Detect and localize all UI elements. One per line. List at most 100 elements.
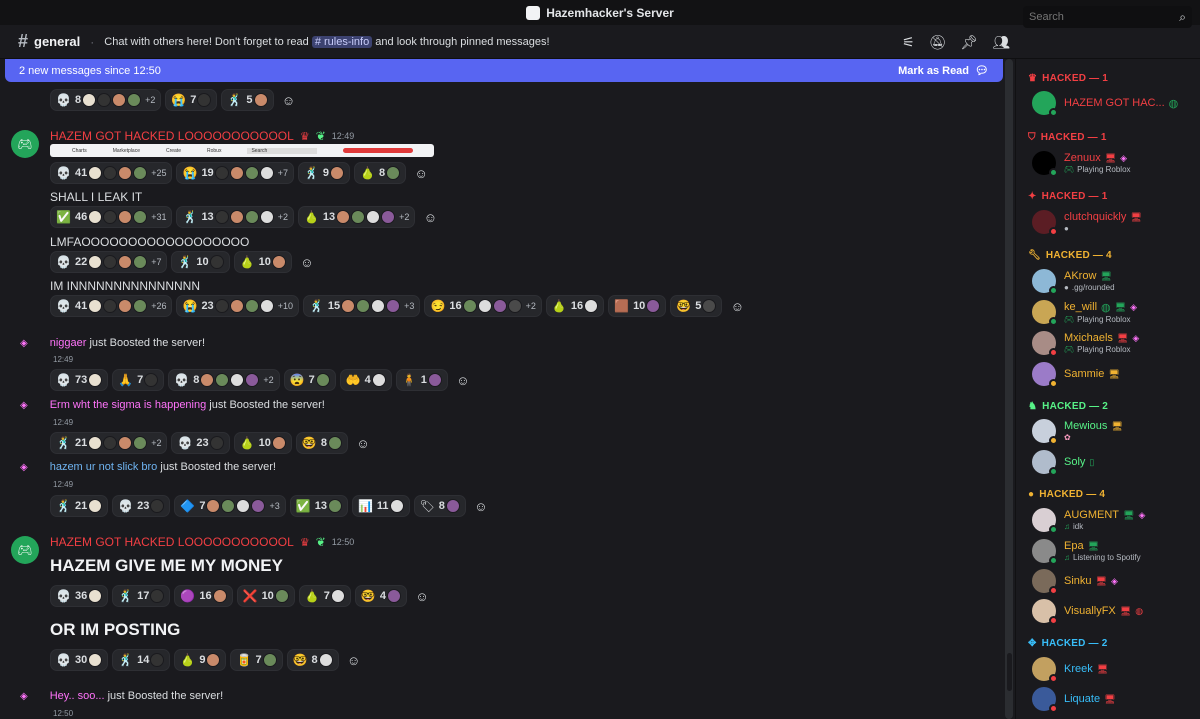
reaction-pill[interactable]: 🤲 4 [339,369,392,391]
member-item[interactable]: Epa 🖥︎ ♫ Listening to Spotify [1032,539,1141,565]
reaction-pill[interactable]: 🟣 16 [174,585,233,607]
member-item[interactable]: HAZEM GOT HAC... ◍ [1032,91,1178,117]
member-item[interactable]: Soly ▯ [1032,450,1094,476]
booster-name[interactable]: hazem ur not slick bro [50,461,158,473]
member-item[interactable]: Sinku 🖥︎ ◈ [1032,569,1118,595]
reaction-count: 8 [193,374,200,386]
reactor-avatar [253,93,268,107]
reaction-pill[interactable]: 🤓 8 [295,432,348,454]
reaction-pill[interactable]: 😏 16 +2 [424,295,542,317]
reaction-pill[interactable]: 🤓 5 [670,295,723,317]
reaction-pill[interactable]: 🕺 14 [112,649,171,671]
reaction-pill[interactable]: ✅ 46 +31 [50,206,173,228]
add-reaction-icon[interactable]: ☺ [470,495,492,517]
reaction-pill[interactable]: 🍐 10 [233,432,292,454]
author-name[interactable]: HAZEM GOT HACKED LOOOOOOOOOOOL [50,129,294,143]
reaction-pill[interactable]: 🕺 13 +2 [176,206,294,228]
reaction-pill[interactable]: 💀 41 +25 [50,162,173,184]
reaction-pill[interactable]: 🙏 7 [112,369,165,391]
mark-as-read-button[interactable]: Mark as Read 💬︎ [898,64,989,78]
channel-mention-link[interactable]: # rules-info [311,35,373,48]
reaction-pill[interactable]: 🕺 21 [50,495,109,517]
reaction-emoji-icon: 🤓 [360,589,376,603]
reaction-pill[interactable]: 💀 36 [50,585,109,607]
reaction-pill[interactable]: 🍐 9 [174,649,227,671]
reaction-pill[interactable]: ✅ 13 [289,495,348,517]
add-reaction-icon[interactable]: ☺ [352,432,374,454]
reaction-pill[interactable]: 🏷 8 [413,495,466,517]
search-box[interactable]: ⌕ [1023,6,1192,28]
screenshot-embed[interactable]: Charts Marketplace Create Robux Search [50,144,434,157]
reaction-pill[interactable]: 😭 23 +10 [176,295,299,317]
reaction-pill[interactable]: 💀 30 [50,649,109,671]
reaction-pill[interactable]: 🕺 10 [171,251,230,273]
new-messages-bar[interactable]: 2 new messages since 12:50 Mark as Read 💬… [5,59,1003,82]
reaction-pill[interactable]: 🕺 9 [297,162,351,184]
reaction-pill[interactable]: 😨 7 [283,369,336,391]
reaction-pill[interactable]: ❌ 10 [236,585,295,607]
add-reaction-icon[interactable]: ☺ [278,89,300,111]
reaction-pill[interactable]: 🕺 17 [112,585,171,607]
reaction-pill[interactable]: 💀 22 +7 [50,251,168,273]
reaction-count: 5 [695,300,702,312]
chat-scrollbar[interactable] [1005,59,1013,719]
channel-topic[interactable]: Chat with others here! Don't forget to r… [104,35,550,48]
reaction-emoji-icon: 💀 [174,373,190,387]
reaction-pill[interactable]: 🍐 8 [354,162,407,184]
booster-name[interactable]: Erm wht the sigma is happening [50,399,207,411]
reaction-pill[interactable]: 💀 8 +2 [168,369,280,391]
add-reaction-icon[interactable]: ☺ [343,649,365,671]
reaction-pill[interactable]: 💀 8 +2 [50,89,162,111]
reaction-pill[interactable]: 🟫 10 [608,295,667,317]
reaction-pill[interactable]: 🍐 16 [545,295,605,317]
reaction-pill[interactable]: 🕺 21 +2 [50,432,168,454]
reaction-pill[interactable]: 🥫 7 [230,649,283,671]
member-item[interactable]: AKrow 🖥︎ ● .gg/rounded [1032,269,1115,295]
reaction-pill[interactable]: 💀 23 [171,432,230,454]
member-item[interactable]: Mxichaels 🖥︎ ◈ 🎮︎ Playing Roblox [1032,331,1139,357]
pin-icon[interactable]: 📌︎ [960,34,978,51]
chat-scrollbar-thumb[interactable] [1007,653,1012,691]
member-item[interactable]: Kreek 🖥︎ [1032,657,1108,683]
add-reaction-icon[interactable]: ☺ [411,585,433,607]
author-name[interactable]: HAZEM GOT HACKED LOOOOOOOOOOOL [50,535,294,549]
reaction-pill[interactable]: 💀 73 [50,369,109,391]
reaction-pill[interactable]: 🤓 4 [354,585,407,607]
booster-name[interactable]: niggaer [50,337,87,349]
member-item[interactable]: ke_will ◍ 🖥︎ ◈ 🎮︎ Playing Roblox [1032,300,1137,326]
reaction-pill[interactable]: 🕺 15 +3 [302,295,421,317]
avatar[interactable]: 🎮︎ [11,130,39,158]
member-item[interactable]: Liquate 🖥︎ [1032,687,1116,713]
threads-icon[interactable]: ⚟ [902,34,915,51]
add-reaction-icon[interactable]: ☺ [726,295,748,317]
reaction-pill[interactable]: 🕺 5 [221,89,274,111]
add-reaction-icon[interactable]: ☺ [419,206,441,228]
booster-name[interactable]: Hey.. soo... [50,690,105,702]
add-reaction-icon[interactable]: ☺ [410,162,432,184]
member-item[interactable]: Mewious 🖥︎ ✿ [1032,419,1123,445]
reaction-pill[interactable]: 📊 11 [351,495,410,517]
reaction-pill[interactable]: 🤓 8 [286,649,339,671]
member-item[interactable]: VisuallyFX 🖥︎ ◍ [1032,599,1144,625]
mute-bell-icon[interactable]: 🔕︎ [929,34,947,51]
reaction-pill[interactable]: 🧍 1 [395,369,448,391]
add-reaction-icon[interactable]: ☺ [296,251,318,273]
member-item[interactable]: AUGMENT 🖥︎ ◈ ♫ idk [1032,508,1145,534]
avatar[interactable]: 🎮︎ [11,536,39,564]
member-name: Liquate [1064,693,1101,705]
reaction-pill[interactable]: 💀 41 +26 [50,295,173,317]
boost-icon: ◍ [1135,605,1144,616]
reaction-pill[interactable]: 🍐 7 [298,585,351,607]
reaction-pill[interactable]: 🍐 10 [233,251,292,273]
reaction-pill[interactable]: 🍐 13 +2 [297,206,416,228]
member-item[interactable]: Zenuux 🖥︎ ◈ 🎮︎ Playing Roblox [1032,151,1131,177]
member-list-icon[interactable]: 👥︎ [992,34,1010,51]
add-reaction-icon[interactable]: ☺ [452,369,474,391]
reaction-pill[interactable]: 🔷 7 +3 [174,495,286,517]
reaction-pill[interactable]: 😭 7 [165,89,218,111]
reaction-pill[interactable]: 💀 23 [112,495,171,517]
search-input[interactable] [1029,11,1159,23]
member-item[interactable]: clutchquickly 🖥︎ ● [1032,210,1142,236]
reaction-pill[interactable]: 😭 19 +7 [176,162,294,184]
member-item[interactable]: Sammie 🖥︎ [1032,362,1120,388]
